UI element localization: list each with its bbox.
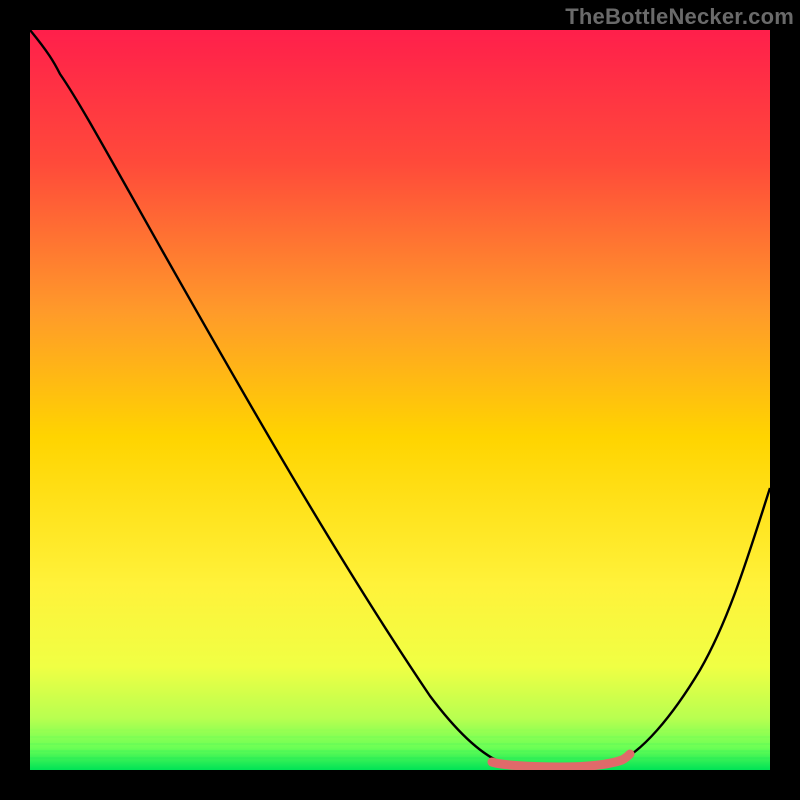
watermark-text: TheBottleNecker.com — [565, 4, 794, 30]
gradient-background — [30, 30, 770, 770]
chart-frame — [30, 30, 770, 770]
bottleneck-chart — [30, 30, 770, 770]
